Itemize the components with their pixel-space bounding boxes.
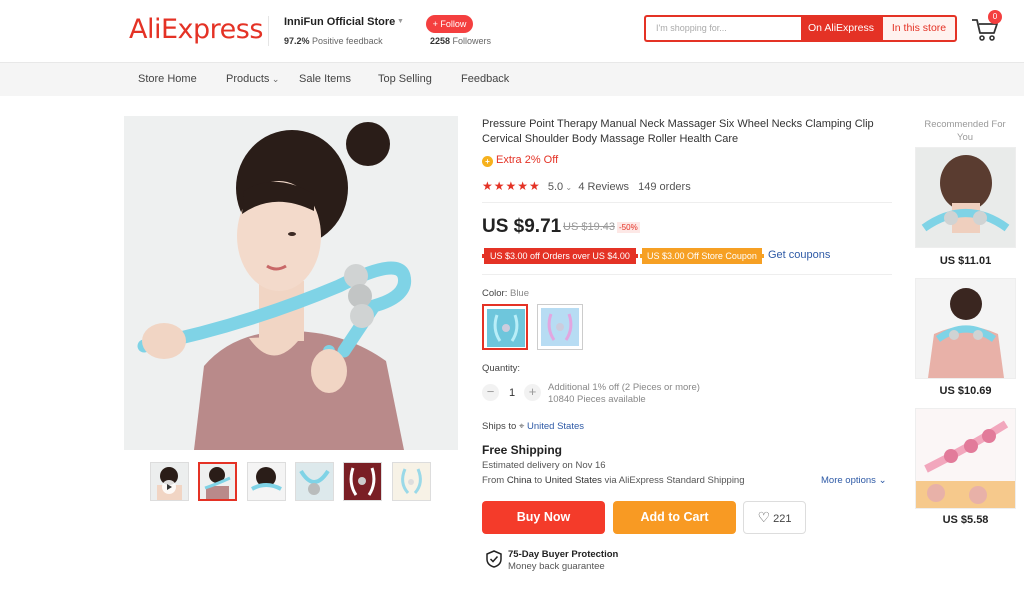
followers-count: 2258 Followers [430, 36, 491, 46]
divider [482, 202, 892, 203]
nav-sale-items[interactable]: Sale Items [299, 73, 351, 85]
heart-icon: ♡ [757, 509, 771, 525]
store-header: AliExpress InniFun Official Store ▼ 97.2… [0, 0, 1024, 62]
search-input[interactable]: I'm shopping for... [644, 15, 801, 42]
quantity-increase-button[interactable]: + [524, 384, 541, 401]
color-swatch-blue[interactable] [482, 304, 528, 350]
add-to-cart-button[interactable]: Add to Cart [613, 501, 736, 534]
buyer-protection-title: 75-Day Buyer Protection [508, 549, 619, 560]
recommended-product-image[interactable] [915, 147, 1016, 248]
search-store-button[interactable]: In this store [881, 15, 957, 42]
extra-off-promo: + Extra 2% Off [482, 154, 558, 167]
more-options-link[interactable]: More options ⌄ [821, 475, 887, 486]
buyer-protection-subtitle: Money back guarantee [508, 561, 605, 572]
ships-to-label: Ships to [482, 421, 517, 432]
wishlist-count: 221 [773, 513, 792, 525]
current-price: US $9.71 [482, 216, 562, 237]
coin-icon: + [482, 156, 493, 167]
to-country: United States [544, 475, 602, 486]
followers-label: Followers [452, 36, 492, 46]
header-divider [268, 16, 269, 46]
original-price: US $19.43 [563, 221, 615, 233]
chevron-down-icon: ⌄ [269, 74, 280, 84]
ships-to: Ships to ⌖ United States [482, 421, 584, 432]
to-prefix: to [534, 475, 543, 486]
free-shipping: Free Shipping [482, 443, 563, 457]
cart-count-badge: 0 [988, 10, 1002, 24]
nav-store-home[interactable]: Store Home [138, 73, 197, 85]
more-options-label: More options [821, 475, 876, 486]
product-main-image[interactable] [124, 116, 458, 450]
thumbnail-image[interactable] [343, 462, 382, 501]
thumbnail-image[interactable] [247, 462, 286, 501]
estimated-delivery: Estimated delivery on Nov 16 [482, 460, 606, 471]
color-label: Color: Blue [482, 288, 529, 299]
recommended-price: US $5.58 [942, 514, 989, 526]
color-value: Blue [509, 288, 529, 299]
nav-top-selling[interactable]: Top Selling [378, 73, 432, 85]
location-pin-icon: ⌖ [518, 421, 525, 432]
chevron-down-icon[interactable]: ⌄ [563, 183, 574, 192]
orders-count: 149 orders [638, 181, 691, 193]
recommended-product-image[interactable] [915, 278, 1016, 379]
product-title: Pressure Point Therapy Manual Neck Massa… [482, 118, 874, 145]
discount-badge: -50% [617, 222, 640, 233]
wishlist-button[interactable]: ♡ 221 [743, 501, 806, 534]
search-aliexpress-button[interactable]: On AliExpress [801, 15, 881, 42]
thumbnail-image[interactable] [392, 462, 431, 501]
recommended-product-image[interactable] [915, 408, 1016, 509]
from-prefix: From [482, 475, 505, 486]
follow-button[interactable]: + Follow [426, 15, 473, 33]
ships-to-country[interactable]: United States [527, 421, 584, 432]
quantity-value[interactable]: 1 [509, 387, 515, 399]
color-swatch-alt[interactable] [537, 304, 583, 350]
nav-products[interactable]: Products ⌄ [226, 73, 279, 85]
quantity-label: Quantity: [482, 363, 521, 374]
thumbnail-image[interactable] [295, 462, 334, 501]
recommended-title: Recommended For You [924, 119, 1006, 143]
extra-off-label: Extra 2% Off [496, 154, 559, 166]
coupon-orders[interactable]: US $3.00 off Orders over US $4.00 [482, 248, 638, 264]
shipping-route: From China to United States via AliExpre… [482, 475, 745, 486]
nav-feedback[interactable]: Feedback [461, 73, 509, 85]
feedback-label: Positive feedback [312, 36, 383, 46]
shield-check-icon [486, 550, 502, 568]
thumbnail-image[interactable] [150, 462, 189, 501]
bulk-discount-note: Additional 1% off (2 Pieces or more) [548, 382, 700, 393]
rating-value: 5.0 [547, 181, 564, 193]
buy-now-button[interactable]: Buy Now [482, 501, 605, 534]
stock-available: 10840 Pieces available [548, 394, 646, 405]
thumbnail-image-selected[interactable] [198, 462, 237, 501]
get-coupons-link[interactable]: Get coupons [768, 249, 830, 261]
chevron-down-icon[interactable]: ▼ [397, 18, 404, 25]
store-feedback: 97.2% Positive feedback [284, 36, 383, 46]
from-country: China [506, 475, 532, 486]
rating-stars-icon: ★★★★★ [482, 179, 541, 193]
store-name[interactable]: InniFun Official Store [284, 16, 395, 28]
color-label-text: Color: [482, 288, 508, 299]
divider [482, 274, 892, 275]
followers-number: 2258 [430, 36, 451, 46]
shipping-method: via AliExpress Standard Shipping [604, 475, 745, 486]
quantity-decrease-button[interactable]: − [482, 384, 499, 401]
feedback-percent: 97.2% [284, 36, 310, 46]
coupon-store[interactable]: US $3.00 Off Store Coupon [640, 248, 764, 264]
quantity-note: Additional 1% off (2 Pieces or more) 108… [548, 382, 700, 406]
nav-products-label: Products [226, 73, 270, 85]
recommended-price: US $11.01 [939, 255, 992, 267]
recommended-price: US $10.69 [939, 385, 992, 397]
rating-row: ★★★★★ 5.0 ⌄ 4 Reviews 149 orders [482, 179, 691, 193]
store-nav: Store Home Products ⌄ Sale Items Top Sel… [0, 62, 1024, 96]
aliexpress-logo[interactable]: AliExpress [129, 14, 263, 45]
reviews-link[interactable]: 4 Reviews [578, 181, 629, 193]
chevron-down-icon: ⌄ [878, 475, 887, 486]
